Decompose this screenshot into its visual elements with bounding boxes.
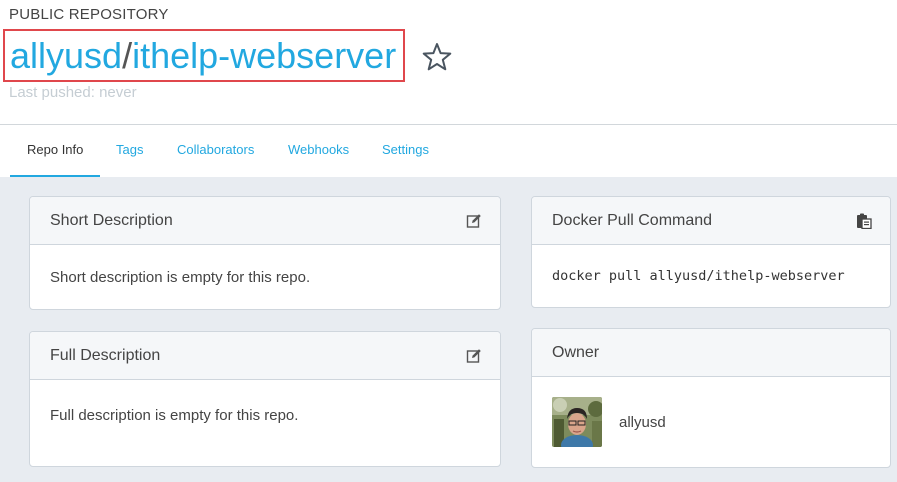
namespace-link[interactable]: allyusd (10, 35, 122, 76)
owner-body: allyusd (532, 377, 890, 467)
short-description-header: Short Description (30, 197, 500, 245)
tab-repo-info[interactable]: Repo Info (10, 125, 100, 177)
full-description-header: Full Description (30, 332, 500, 380)
full-description-title: Full Description (50, 346, 161, 364)
docker-pull-title: Docker Pull Command (552, 211, 713, 229)
full-description-body: Full description is empty for this repo. (50, 406, 299, 424)
owner-title: Owner (552, 343, 600, 361)
owner-panel: Owner allyusd (531, 328, 891, 468)
owner-name[interactable]: allyusd (619, 414, 666, 431)
star-icon[interactable] (421, 41, 453, 73)
full-description-panel: Full Description Full description is emp… (29, 331, 501, 467)
tab-tags[interactable]: Tags (116, 125, 143, 177)
docker-pull-panel: Docker Pull Command docker pull allyusd/… (531, 196, 891, 308)
edit-icon[interactable] (466, 213, 482, 229)
short-description-panel: Short Description Short description is e… (29, 196, 501, 310)
clipboard-icon[interactable] (856, 213, 872, 230)
tab-webhooks[interactable]: Webhooks (288, 125, 349, 177)
short-description-title: Short Description (50, 211, 173, 229)
owner-header: Owner (532, 329, 890, 377)
edit-icon[interactable] (466, 348, 482, 364)
title-separator: / (122, 34, 133, 76)
docker-pull-body[interactable]: docker pull allyusd/ithelp-webserver (532, 245, 890, 307)
tab-bar: Repo Info Tags Collaborators Webhooks Se… (0, 124, 897, 177)
docker-pull-header: Docker Pull Command (532, 197, 890, 245)
content-area: Short Description Short description is e… (0, 177, 897, 482)
last-pushed: Last pushed: never (9, 84, 137, 101)
tab-settings[interactable]: Settings (382, 125, 429, 177)
short-description-body: Short description is empty for this repo… (50, 268, 311, 286)
tab-collaborators[interactable]: Collaborators (177, 125, 254, 177)
repo-title-highlight: allyusd/ithelp-webserver (3, 29, 406, 82)
avatar[interactable] (552, 397, 602, 447)
repo-type-label: PUBLIC REPOSITORY (9, 6, 169, 23)
repo-title: allyusd/ithelp-webserver (10, 34, 397, 76)
repo-name: ithelp-webserver (132, 34, 397, 76)
